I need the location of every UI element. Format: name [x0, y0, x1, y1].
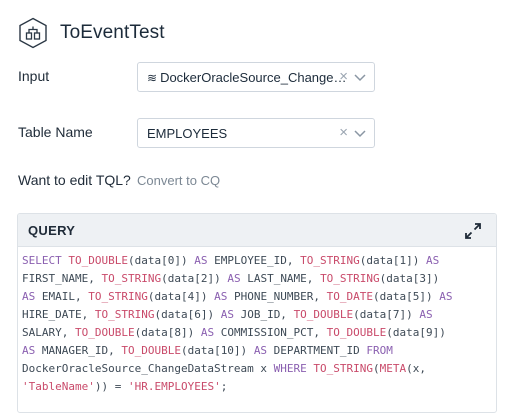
code-token: JOB_ID, — [233, 308, 294, 321]
convert-to-cq-link[interactable]: Convert to CQ — [137, 173, 220, 188]
code-token: (data[5]) — [373, 290, 440, 303]
code-token: AS — [426, 254, 440, 267]
code-token: HIRE_DATE, — [22, 308, 95, 321]
code-token: SELECT — [22, 254, 69, 267]
code-line: 'TableName')) = 'HR.EMPLOYEES'; — [22, 378, 492, 396]
expand-icon[interactable] — [464, 222, 482, 240]
code-token: AS — [227, 272, 241, 285]
code-token: SALARY, — [22, 326, 75, 339]
code-token: TO_DOUBLE — [326, 326, 387, 339]
page-title: ToEventTest — [60, 22, 165, 43]
code-line: AS MANAGER_ID, TO_DOUBLE(data[10]) AS DE… — [22, 342, 492, 360]
code-token: LAST_NAME, — [240, 272, 321, 285]
code-token: (data[10]) — [180, 344, 254, 357]
code-token: AS — [194, 254, 208, 267]
code-token: AS — [220, 308, 234, 321]
code-token: AS — [439, 290, 453, 303]
code-token: AS — [214, 290, 228, 303]
code-token: (data[6]) — [154, 308, 221, 321]
code-token: AS — [22, 290, 36, 303]
query-panel-header: QUERY — [18, 214, 496, 247]
code-token: AS — [22, 344, 36, 357]
code-token: (data[9]) — [386, 326, 446, 339]
code-token: TO_STRING — [94, 308, 155, 321]
code-token: MANAGER_ID, — [35, 344, 122, 357]
input-select-value-wrap: ≋ DockerOracleSource_Change… — [147, 70, 347, 85]
code-line: SELECT TO_DOUBLE(data[0]) AS EMPLOYEE_ID… — [22, 252, 492, 270]
clear-icon[interactable]: × — [339, 68, 348, 85]
table-name-label: Table Name — [18, 124, 93, 140]
code-token: FIRST_NAME, — [22, 272, 102, 285]
code-token: ( — [373, 362, 380, 375]
code-token: (data[8]) — [134, 326, 201, 339]
table-name-value: EMPLOYEES — [147, 126, 228, 141]
code-token: (data[0]) — [127, 254, 195, 267]
code-token: COMMISSION_PCT, — [214, 326, 327, 339]
code-token: EMPLOYEE_ID, — [207, 254, 301, 267]
code-token: AS — [200, 326, 215, 339]
query-title: QUERY — [28, 223, 76, 238]
code-token: (data[3]) — [379, 272, 440, 285]
code-token: (data[1]) — [359, 254, 427, 267]
input-select[interactable]: ≋ DockerOracleSource_Change… × — [137, 62, 375, 92]
code-token: AS — [253, 344, 268, 357]
stream-icon: ≋ — [147, 71, 158, 85]
table-name-select[interactable]: EMPLOYEES × — [137, 118, 375, 148]
code-token: WHERE — [273, 362, 307, 375]
code-token: )) = — [94, 380, 128, 393]
code-token: (data[2]) — [161, 272, 228, 285]
code-token: (data[4]) — [147, 290, 215, 303]
input-select-value: DockerOracleSource_Change… — [160, 70, 347, 85]
code-line: FIRST_NAME, TO_STRING(data[2]) AS LAST_N… — [22, 270, 492, 288]
clear-icon[interactable]: × — [339, 124, 348, 141]
chevron-down-icon[interactable] — [354, 73, 366, 83]
code-line: DockerOracleSource_ChangeDataStream x WH… — [22, 360, 492, 378]
code-line: HIRE_DATE, TO_STRING(data[6]) AS JOB_ID,… — [22, 306, 492, 324]
code-line: SALARY, TO_DOUBLE(data[8]) AS COMMISSION… — [22, 324, 492, 342]
code-token: (x, — [406, 362, 427, 375]
code-token: PHONE_NUMBER, — [227, 290, 327, 303]
code-token: AS — [419, 308, 433, 321]
query-code[interactable]: SELECT TO_DOUBLE(data[0]) AS EMPLOYEE_ID… — [22, 252, 492, 396]
code-token: TO_DOUBLE — [68, 254, 128, 267]
code-token: 'HR.EMPLOYEES' — [127, 380, 221, 393]
code-token: TO_DATE — [326, 290, 374, 303]
code-token: DockerOracleSource_ChangeDataStream x — [22, 362, 274, 375]
code-line: AS EMAIL, TO_STRING(data[4]) AS PHONE_NU… — [22, 288, 492, 306]
code-token: 'TableName' — [22, 380, 95, 393]
code-token: EMAIL, — [35, 290, 89, 303]
edit-tql-label: Want to edit TQL? — [18, 172, 131, 188]
code-token: ; — [220, 380, 228, 393]
code-token: FROM — [366, 344, 393, 357]
code-token: TO_STRING — [313, 362, 374, 375]
code-token: TO_DOUBLE — [293, 308, 354, 321]
component-header: ToEventTest — [18, 16, 165, 50]
code-token: DEPARTMENT_ID — [267, 344, 367, 357]
code-token: META — [379, 362, 407, 375]
code-token: TO_STRING — [300, 254, 360, 267]
code-token: TO_DOUBLE — [74, 326, 135, 339]
code-token: TO_STRING — [88, 290, 148, 303]
code-token: TO_STRING — [320, 272, 380, 285]
query-panel: QUERY SELECT TO_DOUBLE(data[0]) AS EMPLO… — [17, 213, 497, 413]
code-token: TO_DOUBLE — [121, 344, 181, 357]
code-token: (data[7]) — [353, 308, 420, 321]
code-token: TO_STRING — [101, 272, 162, 285]
chevron-down-icon[interactable] — [354, 129, 366, 139]
event-transform-icon — [18, 17, 48, 49]
input-label: Input — [18, 68, 50, 84]
